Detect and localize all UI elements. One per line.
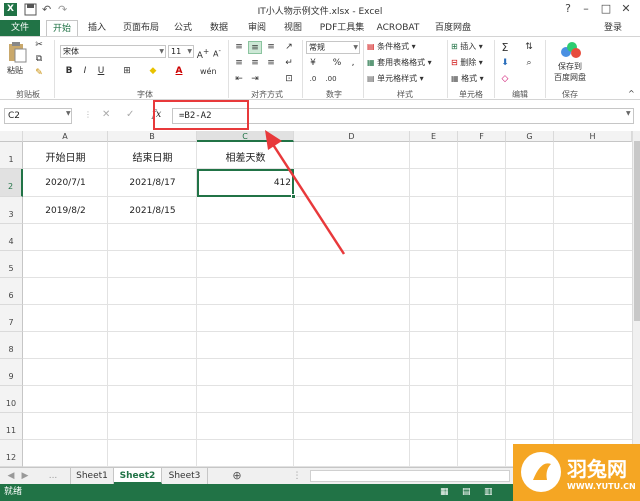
sheet-tab-1[interactable]: Sheet1 <box>70 468 114 484</box>
normal-view-icon[interactable]: ▦ <box>440 484 449 501</box>
more-sheets-icon[interactable]: ... <box>40 468 66 484</box>
annotation-arrow <box>265 130 346 255</box>
prev-sheet-icon[interactable]: ◀ <box>4 468 18 484</box>
watermark-brand: 羽兔网 <box>567 457 627 481</box>
page-layout-view-icon[interactable]: ▤ <box>462 484 471 501</box>
watermark: 羽兔网 WWW.YUTU.CN <box>513 444 640 501</box>
status-text: 就绪 <box>4 487 23 497</box>
sheet-tab-2[interactable]: Sheet2 <box>114 468 162 484</box>
add-sheet-icon[interactable]: ⊕ <box>228 468 246 484</box>
scroll-thumb[interactable] <box>634 141 640 321</box>
horizontal-scrollbar[interactable] <box>310 470 510 482</box>
next-sheet-icon[interactable]: ▶ <box>18 468 32 484</box>
page-break-view-icon[interactable]: ▥ <box>484 484 493 501</box>
watermark-url: WWW.YUTU.CN <box>567 482 636 491</box>
sheet-tab-3[interactable]: Sheet3 <box>162 468 208 484</box>
watermark-logo-icon <box>521 452 561 492</box>
vertical-scrollbar[interactable] <box>632 131 640 467</box>
sheet-bar-more-icon: ⋮ <box>292 471 302 481</box>
